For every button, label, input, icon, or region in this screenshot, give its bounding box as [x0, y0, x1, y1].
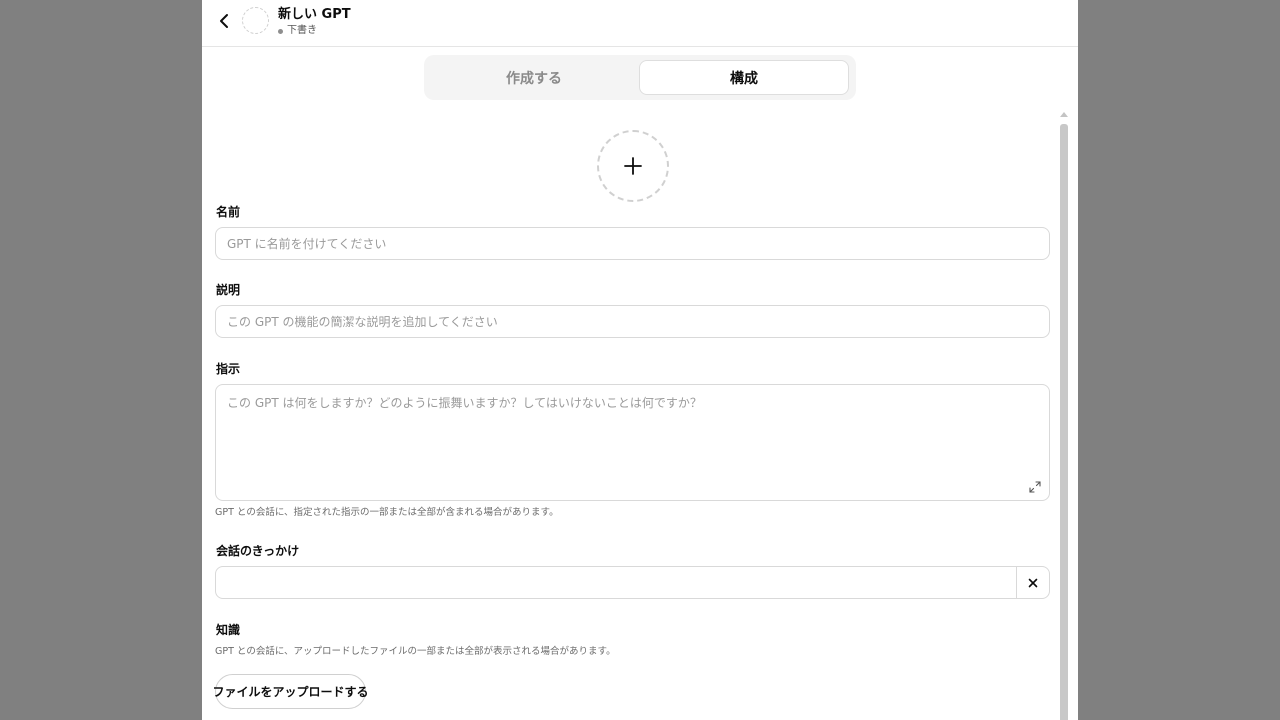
gpt-title: 新しい GPT: [278, 7, 351, 22]
gpt-editor-panel: 新しい GPT 下書き 作成する 構成 名前 説明 指示 GPT との会話に、指…: [202, 0, 1078, 720]
description-label: 説明: [216, 283, 241, 297]
remove-starter-button[interactable]: [1016, 567, 1049, 598]
instructions-hint: GPT との会話に、指定された指示の一部または全部が含まれる場合があります。: [215, 507, 559, 518]
knowledge-hint: GPT との会話に、アップロードしたファイルの一部または全部が表示される場合があ…: [215, 646, 616, 657]
close-icon: [1028, 578, 1038, 587]
conversation-starter-input[interactable]: [216, 567, 1018, 598]
instructions-textarea[interactable]: [216, 385, 1049, 500]
upload-files-button[interactable]: ファイルをアップロードする: [213, 674, 369, 709]
scrollbar[interactable]: [1058, 112, 1070, 720]
plus-icon: [624, 157, 642, 175]
tab-create[interactable]: 作成する: [429, 60, 639, 95]
instructions-field: [215, 384, 1050, 501]
description-field: [215, 305, 1050, 338]
tab-configure[interactable]: 構成: [639, 60, 849, 95]
scrollbar-thumb[interactable]: [1060, 124, 1068, 720]
status-label: 下書き: [287, 25, 317, 36]
knowledge-label: 知識: [216, 623, 241, 637]
gpt-avatar: [242, 7, 269, 34]
description-input[interactable]: [216, 306, 1049, 337]
header: 新しい GPT 下書き: [202, 0, 1078, 47]
back-button[interactable]: [214, 11, 234, 31]
instructions-label: 指示: [216, 362, 241, 376]
name-input[interactable]: [216, 228, 1049, 259]
status-dot-icon: [278, 28, 283, 34]
conversation-starters-label: 会話のきっかけ: [216, 544, 300, 558]
draft-status: 下書き: [278, 25, 317, 37]
add-image-button[interactable]: [597, 130, 669, 202]
chevron-left-icon: [220, 14, 228, 28]
expand-icon[interactable]: [1029, 481, 1041, 493]
name-label: 名前: [216, 205, 241, 219]
name-field: [215, 227, 1050, 260]
mode-tabs: 作成する 構成: [424, 55, 856, 100]
scroll-up-arrow-icon[interactable]: [1060, 112, 1068, 117]
conversation-starter-field: [215, 566, 1050, 599]
